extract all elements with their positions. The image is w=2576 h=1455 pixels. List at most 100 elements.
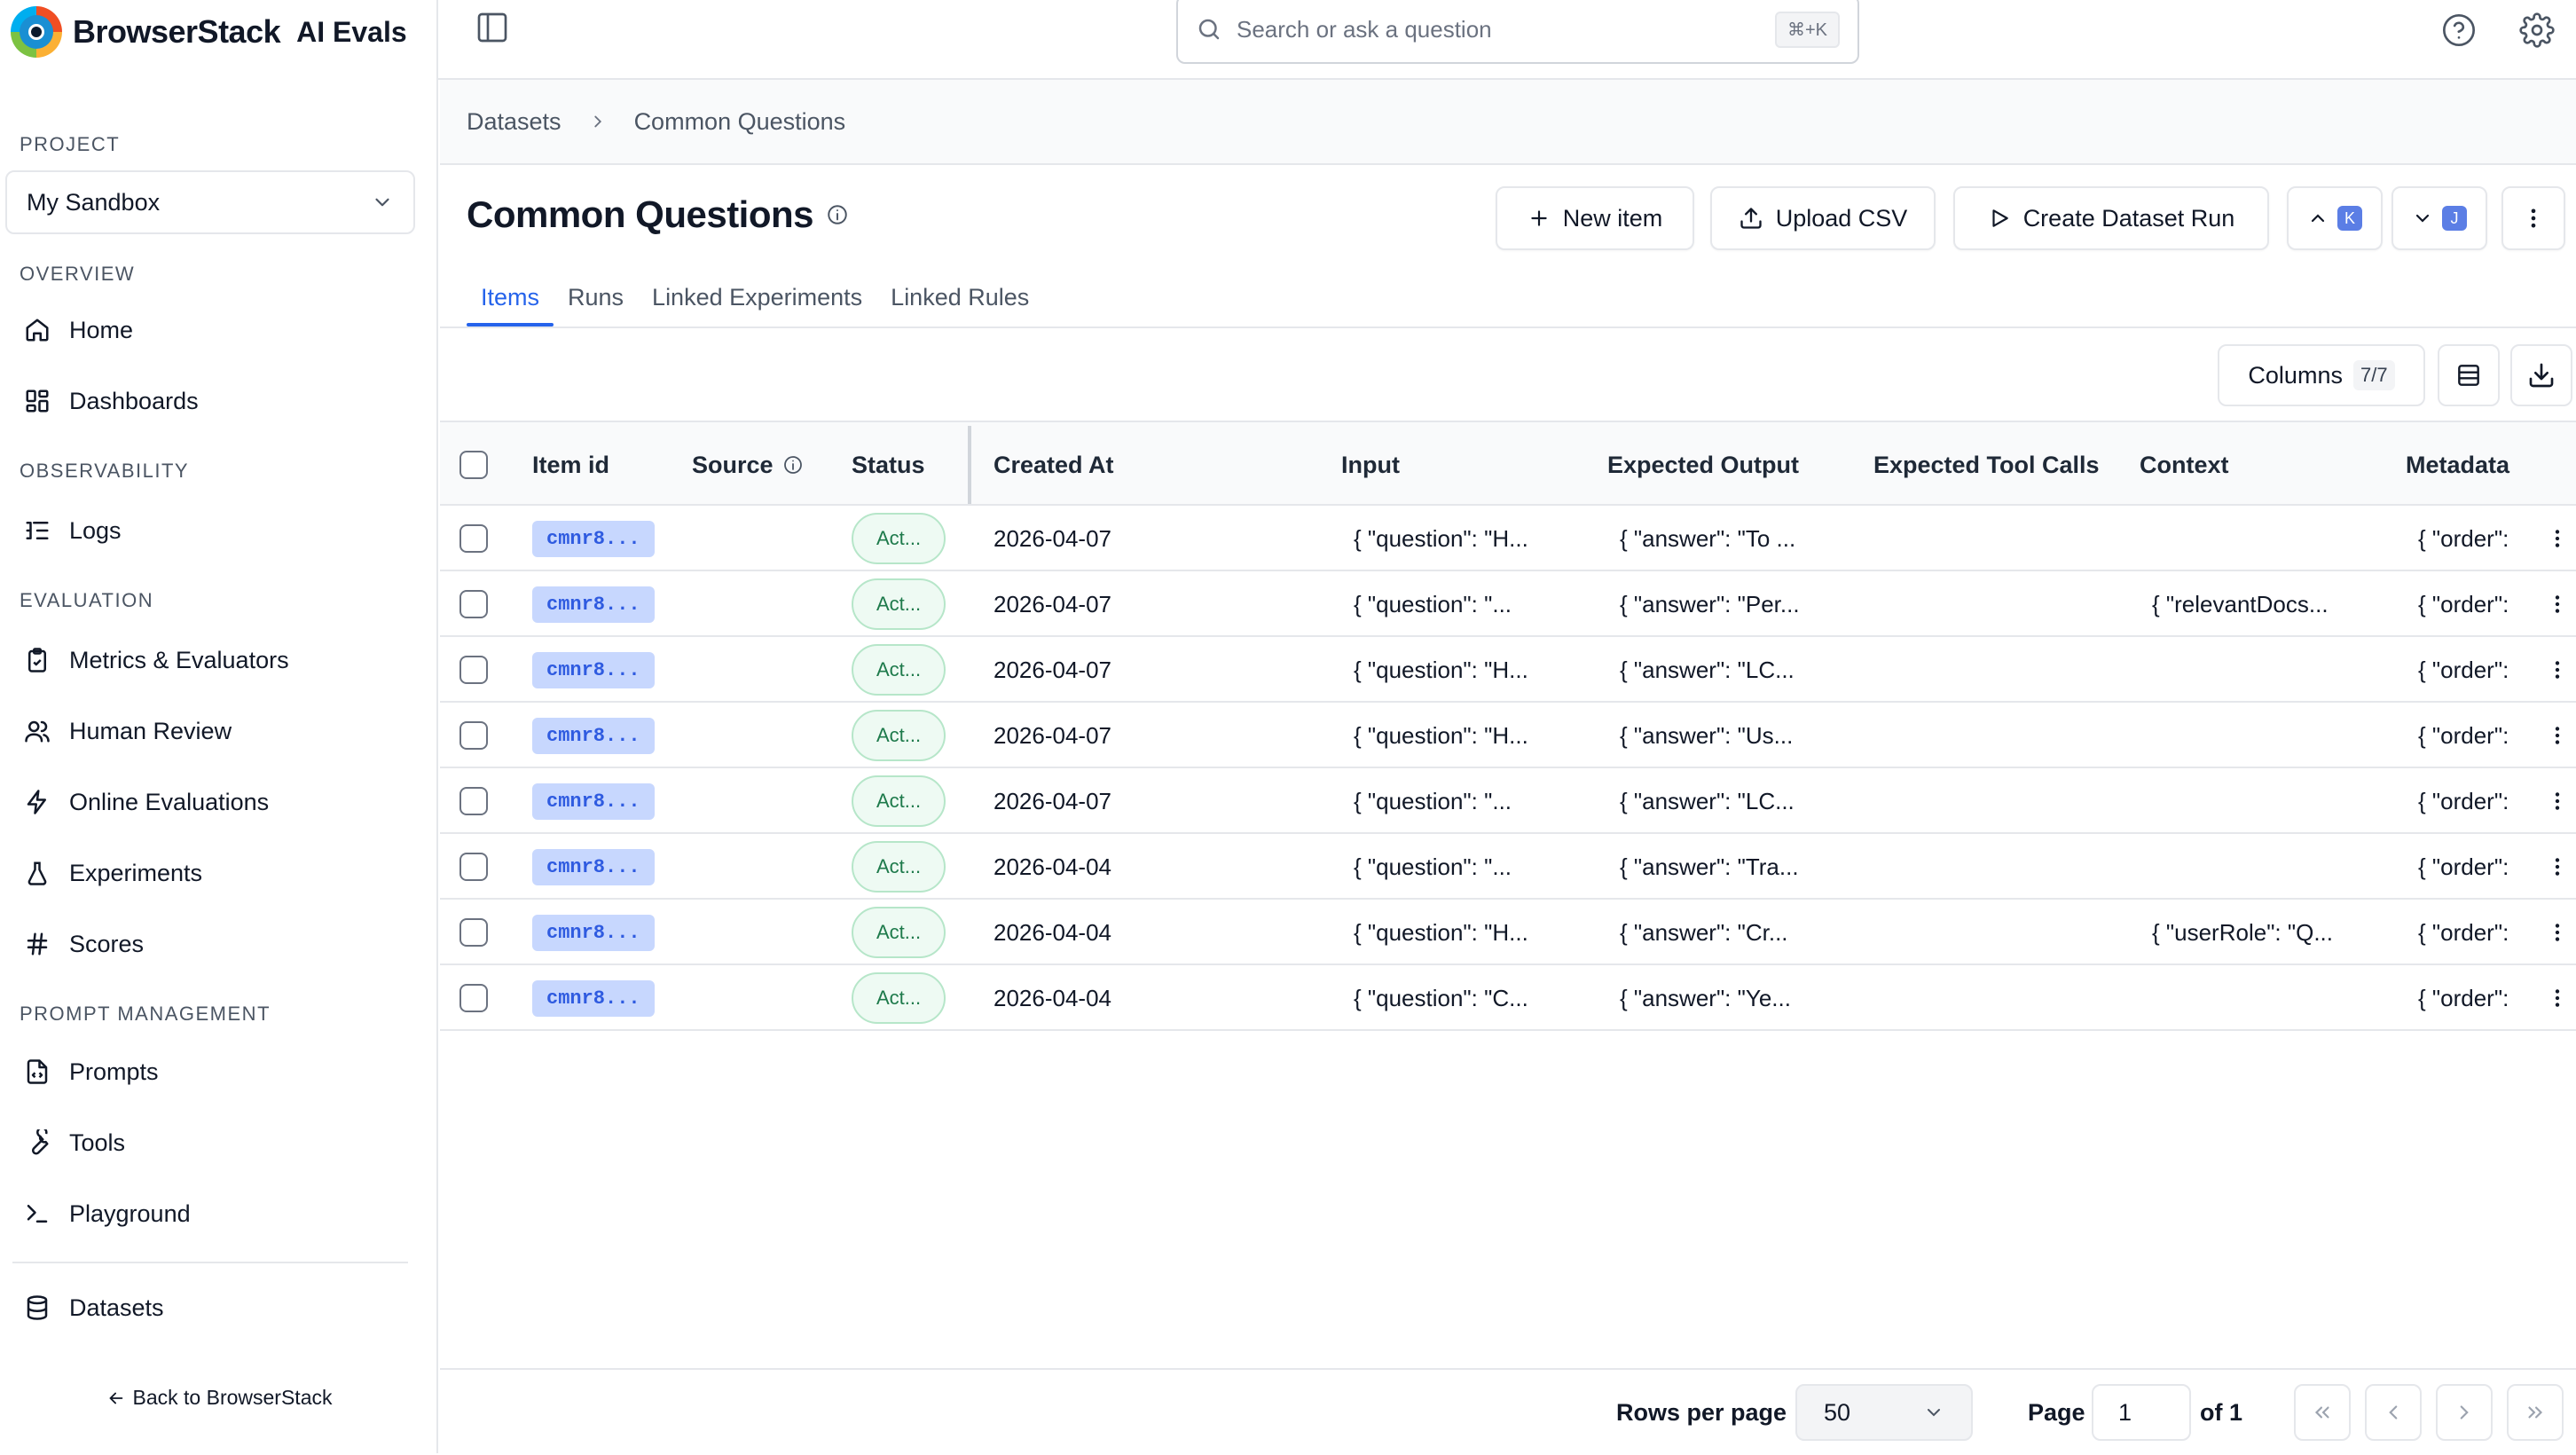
first-page-button[interactable] bbox=[2294, 1384, 2351, 1441]
sidebar-item-tools[interactable]: Tools bbox=[12, 1116, 412, 1169]
row-checkbox[interactable] bbox=[459, 506, 488, 571]
sidebar-item-playground[interactable]: Playground bbox=[12, 1187, 412, 1240]
context-cell[interactable] bbox=[2152, 637, 2400, 703]
next-dataset-button[interactable]: J bbox=[2391, 186, 2487, 250]
sidebar-item-logs[interactable]: Logs bbox=[12, 504, 412, 557]
metadata-cell[interactable]: { "order": bbox=[2418, 834, 2533, 900]
table-row[interactable]: cmnr8... Act... 2026-04-04 { "question": ".… bbox=[440, 834, 2576, 900]
input-cell[interactable]: { "question": "... bbox=[1354, 571, 1602, 637]
table-row[interactable]: cmnr8... Act... 2026-04-07 { "question": ".… bbox=[440, 768, 2576, 834]
item-id-badge[interactable]: cmnr8... bbox=[532, 783, 655, 820]
sidebar-item-human-review[interactable]: Human Review bbox=[12, 704, 412, 758]
context-cell[interactable] bbox=[2152, 506, 2400, 571]
sidebar-item-datasets[interactable]: Datasets bbox=[12, 1281, 412, 1334]
header-expected-output[interactable]: Expected Output bbox=[1607, 422, 1799, 507]
metadata-cell[interactable]: { "order": bbox=[2418, 637, 2533, 703]
row-actions-button[interactable] bbox=[2542, 768, 2572, 834]
expected-output-cell[interactable]: { "answer": "Per... bbox=[1620, 571, 1868, 637]
row-actions-button[interactable] bbox=[2542, 834, 2572, 900]
header-context[interactable]: Context bbox=[2140, 422, 2229, 507]
tab-runs[interactable]: Runs bbox=[554, 277, 638, 326]
info-icon[interactable] bbox=[826, 203, 849, 226]
last-page-button[interactable] bbox=[2507, 1384, 2564, 1441]
table-row[interactable]: cmnr8... Act... 2026-04-07 { "question": "H… bbox=[440, 703, 2576, 768]
row-checkbox[interactable] bbox=[459, 900, 488, 965]
tab-linked-experiments[interactable]: Linked Experiments bbox=[638, 277, 876, 326]
input-cell[interactable]: { "question": "H... bbox=[1354, 900, 1602, 965]
row-actions-button[interactable] bbox=[2542, 900, 2572, 965]
sidebar-item-metrics-evaluators[interactable]: Metrics & Evaluators bbox=[12, 633, 412, 687]
select-all-checkbox[interactable] bbox=[459, 422, 488, 507]
previous-dataset-button[interactable]: K bbox=[2287, 186, 2383, 250]
upload-csv-button[interactable]: Upload CSV bbox=[1710, 186, 1936, 250]
header-status[interactable]: Status bbox=[852, 422, 925, 507]
columns-button[interactable]: Columns 7/7 bbox=[2218, 344, 2425, 406]
row-checkbox[interactable] bbox=[459, 703, 488, 768]
info-icon[interactable] bbox=[782, 454, 804, 476]
tab-items[interactable]: Items bbox=[467, 277, 554, 326]
help-button[interactable] bbox=[2438, 9, 2480, 51]
next-page-button[interactable] bbox=[2436, 1384, 2493, 1441]
expected-output-cell[interactable]: { "answer": "Ye... bbox=[1620, 965, 1868, 1031]
input-cell[interactable]: { "question": "H... bbox=[1354, 506, 1602, 571]
download-button[interactable] bbox=[2510, 344, 2572, 406]
sidebar-item-home[interactable]: Home bbox=[12, 303, 412, 357]
expected-output-cell[interactable]: { "answer": "Us... bbox=[1620, 703, 1868, 768]
create-dataset-run-button[interactable]: Create Dataset Run bbox=[1953, 186, 2269, 250]
sidebar-toggle-button[interactable] bbox=[468, 4, 516, 51]
item-id-badge[interactable]: cmnr8... bbox=[532, 914, 655, 951]
row-checkbox[interactable] bbox=[459, 834, 488, 900]
table-row[interactable]: cmnr8... Act... 2026-04-07 { "question": ".… bbox=[440, 571, 2576, 637]
expected-output-cell[interactable]: { "answer": "Cr... bbox=[1620, 900, 1868, 965]
row-actions-button[interactable] bbox=[2542, 571, 2572, 637]
context-cell[interactable] bbox=[2152, 965, 2400, 1031]
new-item-button[interactable]: New item bbox=[1496, 186, 1694, 250]
item-id-badge[interactable]: cmnr8... bbox=[532, 586, 655, 623]
row-checkbox[interactable] bbox=[459, 768, 488, 834]
header-metadata[interactable]: Metadata bbox=[2406, 422, 2509, 507]
project-select[interactable]: My Sandbox bbox=[5, 170, 415, 234]
input-cell[interactable]: { "question": "H... bbox=[1354, 637, 1602, 703]
settings-button[interactable] bbox=[2516, 9, 2558, 51]
back-to-browserstack-link[interactable]: Back to BrowserStack bbox=[0, 1386, 438, 1410]
table-row[interactable]: cmnr8... Act... 2026-04-04 { "question": "C… bbox=[440, 965, 2576, 1031]
expected-output-cell[interactable]: { "answer": "To ... bbox=[1620, 506, 1868, 571]
sidebar-item-experiments[interactable]: Experiments bbox=[12, 846, 412, 900]
expected-output-cell[interactable]: { "answer": "LC... bbox=[1620, 768, 1868, 834]
header-item-id[interactable]: Item id bbox=[532, 422, 609, 507]
row-actions-button[interactable] bbox=[2542, 965, 2572, 1031]
metadata-cell[interactable]: { "order": bbox=[2418, 506, 2533, 571]
header-input[interactable]: Input bbox=[1341, 422, 1400, 507]
previous-page-button[interactable] bbox=[2365, 1384, 2422, 1441]
metadata-cell[interactable]: { "order": bbox=[2418, 703, 2533, 768]
row-actions-button[interactable] bbox=[2542, 703, 2572, 768]
expected-output-cell[interactable]: { "answer": "Tra... bbox=[1620, 834, 1868, 900]
input-cell[interactable]: { "question": "... bbox=[1354, 834, 1602, 900]
item-id-badge[interactable]: cmnr8... bbox=[532, 651, 655, 688]
breadcrumb-datasets-link[interactable]: Datasets bbox=[467, 108, 562, 136]
table-row[interactable]: cmnr8... Act... 2026-04-04 { "question": "H… bbox=[440, 900, 2576, 965]
input-cell[interactable]: { "question": "H... bbox=[1354, 703, 1602, 768]
context-cell[interactable]: { "userRole": "Q... bbox=[2152, 900, 2400, 965]
item-id-badge[interactable]: cmnr8... bbox=[532, 717, 655, 754]
item-id-badge[interactable]: cmnr8... bbox=[532, 848, 655, 885]
sidebar-item-dashboards[interactable]: Dashboards bbox=[12, 374, 412, 428]
input-cell[interactable]: { "question": "... bbox=[1354, 768, 1602, 834]
more-actions-button[interactable] bbox=[2501, 186, 2565, 250]
tab-linked-rules[interactable]: Linked Rules bbox=[876, 277, 1043, 326]
row-height-button[interactable] bbox=[2438, 344, 2500, 406]
header-source[interactable]: Source bbox=[692, 422, 804, 507]
context-cell[interactable]: { "relevantDocs... bbox=[2152, 571, 2400, 637]
context-cell[interactable] bbox=[2152, 834, 2400, 900]
context-cell[interactable] bbox=[2152, 768, 2400, 834]
column-resize-handle[interactable] bbox=[968, 426, 971, 504]
row-checkbox[interactable] bbox=[459, 571, 488, 637]
header-expected-tool-calls[interactable]: Expected Tool Calls bbox=[1873, 422, 2100, 507]
context-cell[interactable] bbox=[2152, 703, 2400, 768]
table-row[interactable]: cmnr8... Act... 2026-04-07 { "question": "H… bbox=[440, 637, 2576, 703]
metadata-cell[interactable]: { "order": bbox=[2418, 965, 2533, 1031]
row-actions-button[interactable] bbox=[2542, 506, 2572, 571]
sidebar-item-scores[interactable]: Scores bbox=[12, 917, 412, 971]
input-cell[interactable]: { "question": "C... bbox=[1354, 965, 1602, 1031]
row-checkbox[interactable] bbox=[459, 965, 488, 1031]
